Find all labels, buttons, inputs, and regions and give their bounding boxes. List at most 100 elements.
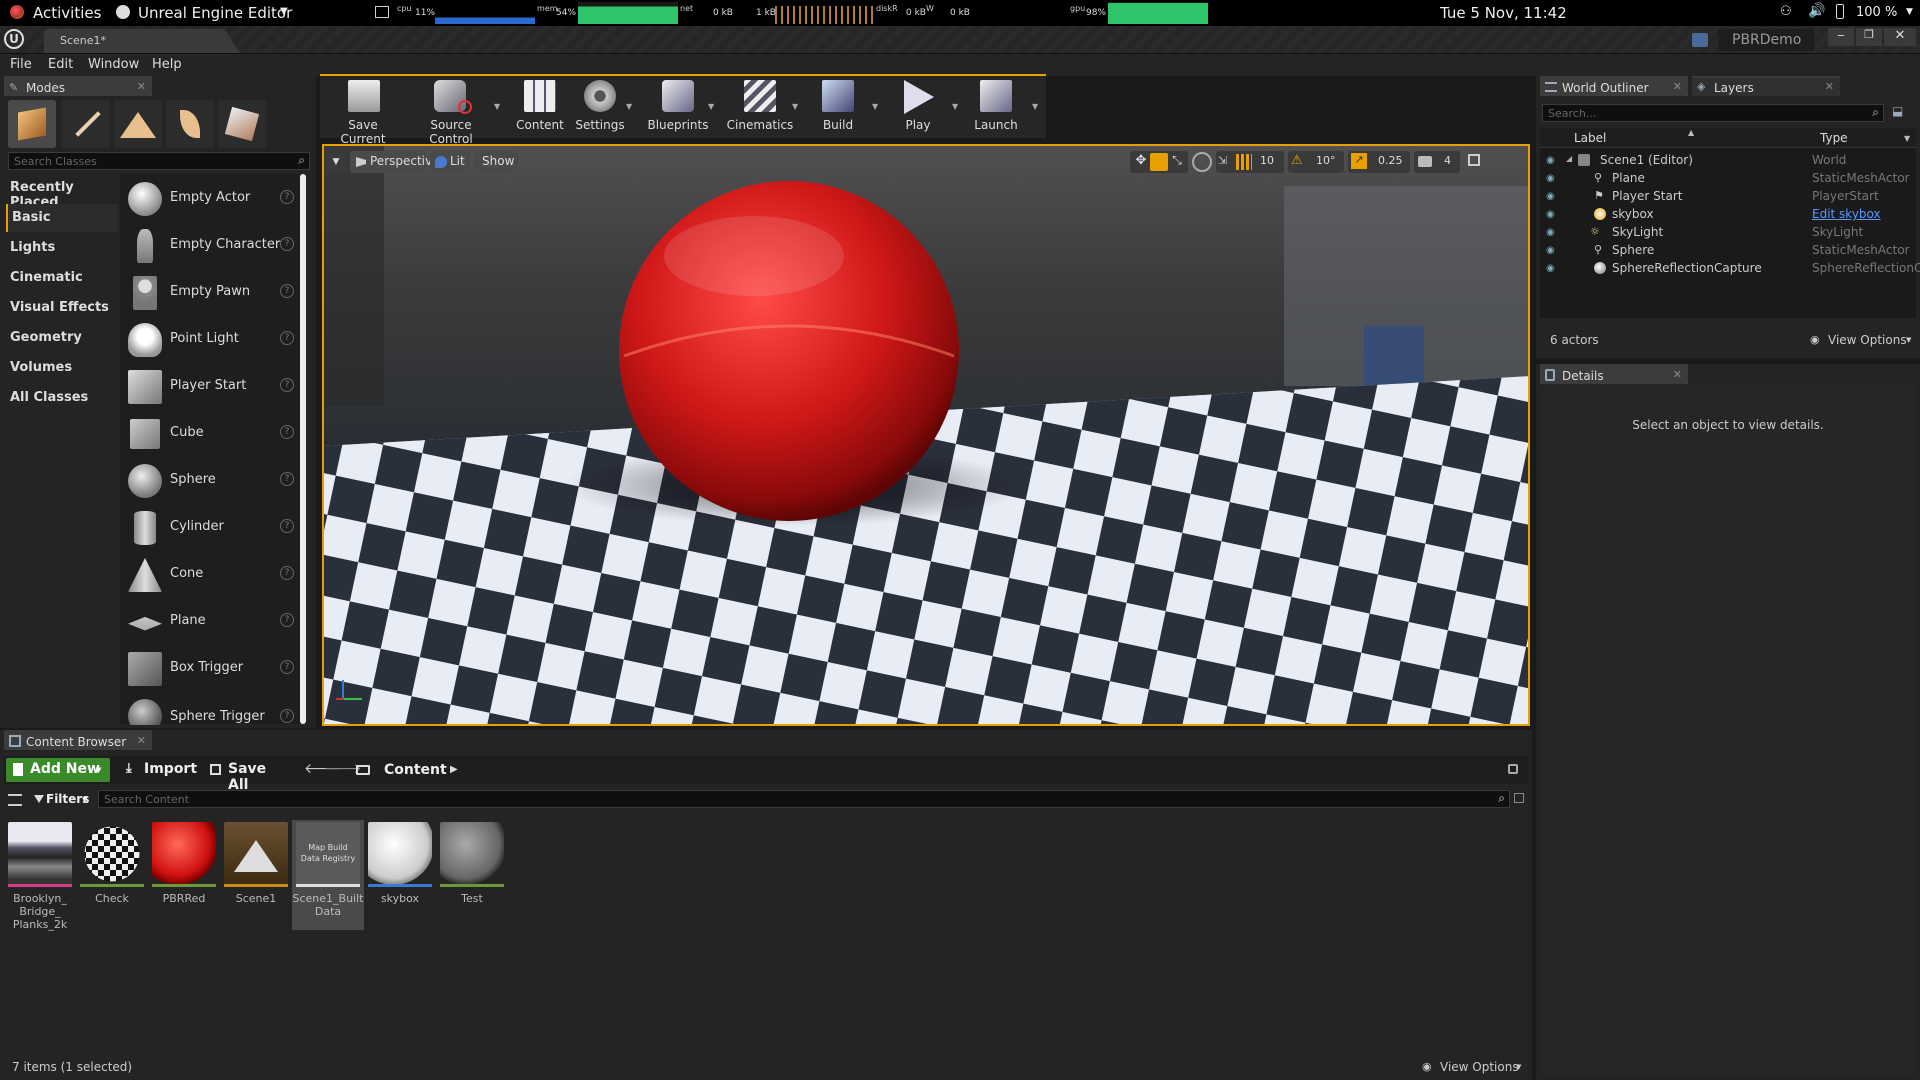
landscape-mode-button[interactable] <box>114 100 162 148</box>
category-cinematic[interactable]: Cinematic <box>6 264 118 292</box>
menu-window[interactable]: Window <box>88 57 139 72</box>
close-icon[interactable]: ✕ <box>137 734 146 747</box>
filters-button[interactable]: Filters ▼ <box>32 790 94 810</box>
paint-mode-button[interactable] <box>62 100 110 148</box>
help-icon[interactable]: ? <box>280 237 294 251</box>
eye-icon[interactable]: ◉ <box>1546 209 1555 220</box>
level-tab[interactable]: Scene1* <box>44 29 240 53</box>
list-item[interactable]: Plane? <box>124 601 296 643</box>
outliner-row-skybox[interactable]: ◉ skybox Edit skybox <box>1540 205 1920 223</box>
asset-tile[interactable]: PBRRed <box>150 820 218 930</box>
chevron-down-icon[interactable]: ▼ <box>1904 134 1910 143</box>
expand-arrow-icon[interactable]: ◢ <box>1566 154 1572 163</box>
placeable-scrollbar[interactable] <box>300 174 306 724</box>
list-item[interactable]: Empty Pawn? <box>124 272 296 314</box>
lock-icon[interactable] <box>1508 764 1518 774</box>
close-icon[interactable]: ✕ <box>1673 368 1682 381</box>
world-space-icon[interactable] <box>1192 152 1212 172</box>
outliner-row-sphere[interactable]: ◉ ⚲ Sphere StaticMeshActor <box>1540 241 1920 259</box>
edit-skybox-link[interactable]: Edit skybox <box>1812 207 1881 221</box>
asset-tile-selected[interactable]: Map Build Data Registry Scene1_Built Data <box>292 820 364 930</box>
asset-tile[interactable]: Test <box>438 820 506 930</box>
network-icon[interactable]: ⚇ <box>1780 4 1792 19</box>
grid-snap-control[interactable]: ⇲ 10 <box>1216 151 1284 173</box>
eye-icon[interactable]: ◉ <box>1546 191 1555 202</box>
sources-toggle-icon[interactable] <box>8 794 22 806</box>
help-icon[interactable]: ? <box>280 709 294 723</box>
help-icon[interactable]: ? <box>280 425 294 439</box>
eye-icon[interactable]: ◉ <box>1546 227 1555 238</box>
list-item[interactable]: Box Trigger? <box>124 648 296 690</box>
play-button[interactable]: Play <box>880 78 956 134</box>
rotate-icon[interactable] <box>1150 153 1168 171</box>
help-icon[interactable]: ? <box>280 378 294 392</box>
close-button[interactable]: ✕ <box>1884 28 1916 46</box>
path-content[interactable]: Content <box>384 762 447 778</box>
volume-icon[interactable]: 🔊 <box>1808 3 1825 19</box>
blueprints-button[interactable]: Blueprints <box>640 78 716 134</box>
list-item[interactable]: Empty Actor? <box>124 178 296 220</box>
help-icon[interactable]: ? <box>280 566 294 580</box>
help-icon[interactable]: ? <box>280 190 294 204</box>
save-current-button[interactable]: Save Current <box>326 78 400 146</box>
category-lights[interactable]: Lights <box>6 234 118 262</box>
asset-tile[interactable]: Check <box>78 820 146 930</box>
asset-tile[interactable]: skybox <box>366 820 434 930</box>
help-icon[interactable]: ? <box>280 660 294 674</box>
chevron-down-icon[interactable]: ▼ <box>494 102 500 111</box>
add-new-button[interactable]: Add New ▼ <box>6 758 110 782</box>
chevron-down-icon[interactable]: ▼ <box>872 102 878 111</box>
camera-speed-control[interactable]: 4 <box>1414 151 1460 173</box>
import-button[interactable]: ⤓ Import <box>122 758 197 782</box>
category-all-classes[interactable]: All Classes <box>6 384 118 412</box>
battery-icon[interactable] <box>1836 4 1844 19</box>
show-button[interactable]: Show <box>474 151 518 173</box>
path-arrow-icon[interactable]: ▶ <box>450 764 458 775</box>
foliage-mode-button[interactable] <box>166 100 214 148</box>
tab-layers[interactable]: ◈ Layers ✕ <box>1692 76 1840 96</box>
help-icon[interactable]: ? <box>280 284 294 298</box>
outliner-row-plane[interactable]: ◉ ⚲ Plane StaticMeshActor <box>1540 169 1920 187</box>
column-type-header[interactable]: Type <box>1820 131 1848 145</box>
launch-button[interactable]: Launch <box>958 78 1034 134</box>
tab-details[interactable]: Details ✕ <box>1540 364 1688 384</box>
chevron-down-icon[interactable]: ▼ <box>1516 1063 1521 1071</box>
scale-snap-control[interactable]: ↗ 0.25 <box>1348 151 1410 173</box>
column-label-header[interactable]: Label <box>1574 131 1606 145</box>
close-icon[interactable]: ✕ <box>1673 80 1682 93</box>
maximize-viewport-icon[interactable] <box>1468 154 1480 166</box>
asset-tile[interactable]: Scene1 <box>222 820 290 930</box>
help-icon[interactable]: ? <box>280 331 294 345</box>
menu-file[interactable]: File <box>10 57 32 72</box>
content-view-options[interactable]: View Options <box>1440 1060 1519 1074</box>
chevron-down-icon[interactable]: ▼ <box>1906 336 1911 344</box>
outliner-row-reflection-capture[interactable]: ◉ SphereReflectionCapture SphereReflecti… <box>1540 259 1920 277</box>
lit-button[interactable]: Lit <box>430 151 470 173</box>
chevron-down-icon[interactable]: ▼ <box>1032 102 1038 111</box>
list-item[interactable]: Point Light? <box>124 319 296 361</box>
minimize-button[interactable]: ‒ <box>1828 28 1854 46</box>
cinematics-button[interactable]: Cinematics <box>722 78 798 134</box>
tab-content-browser[interactable]: Content Browser ✕ <box>4 730 152 750</box>
close-icon[interactable]: ✕ <box>137 80 146 93</box>
save-search-icon[interactable] <box>1514 793 1524 803</box>
translate-icon[interactable]: ✥ <box>1132 153 1150 171</box>
tab-modes[interactable]: ✎ Modes ✕ <box>4 76 152 96</box>
list-item[interactable]: Cylinder? <box>124 507 296 549</box>
place-mode-button[interactable] <box>8 100 56 148</box>
level-viewport[interactable]: ▼ Perspective Lit Show ✥ ⤡ ⇲ 10 ⚠ 10° ↗ … <box>322 144 1530 726</box>
close-icon[interactable]: ✕ <box>1825 80 1834 93</box>
source-control-status-icon[interactable] <box>1692 33 1708 47</box>
eye-icon[interactable]: ◉ <box>1546 263 1555 274</box>
activities-button[interactable]: Activities <box>33 4 101 22</box>
chevron-down-icon[interactable]: ▼ <box>708 102 714 111</box>
category-geometry[interactable]: Geometry <box>6 324 118 352</box>
perspective-button[interactable]: Perspective <box>350 151 440 173</box>
list-item[interactable]: Cube? <box>124 413 296 455</box>
clock[interactable]: Tue 5 Nov, 11:42 <box>1440 4 1567 22</box>
settings-button[interactable]: Settings <box>568 78 632 134</box>
geometry-mode-button[interactable] <box>218 100 266 148</box>
category-basic[interactable]: Basic <box>6 204 118 232</box>
menu-edit[interactable]: Edit <box>48 57 73 72</box>
source-control-button[interactable]: Source Control <box>408 78 494 146</box>
